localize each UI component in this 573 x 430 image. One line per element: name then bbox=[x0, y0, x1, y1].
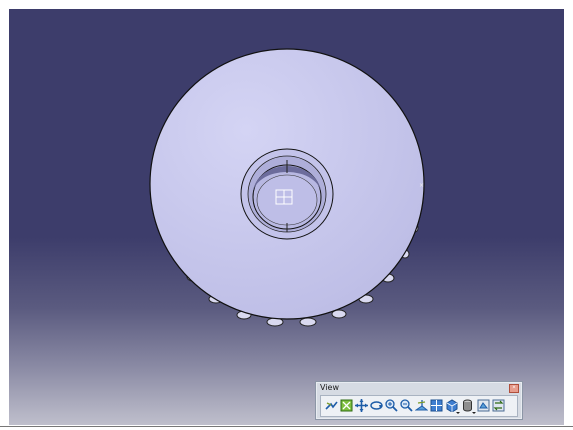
zoom-out-icon[interactable] bbox=[400, 399, 413, 412]
fit-all-in-icon[interactable] bbox=[340, 399, 353, 412]
toolbar-title: View bbox=[320, 383, 339, 392]
hide-show-icon[interactable] bbox=[477, 399, 490, 412]
status-divider bbox=[0, 426, 573, 427]
toolbar-close-button[interactable]: × bbox=[509, 384, 519, 393]
edge-marker: × bbox=[419, 182, 424, 189]
pan-icon[interactable] bbox=[355, 399, 368, 412]
rotate-icon[interactable] bbox=[370, 399, 383, 412]
shading-icon[interactable] bbox=[461, 399, 474, 412]
normal-view-icon[interactable] bbox=[415, 399, 428, 412]
multi-view-icon[interactable] bbox=[430, 399, 443, 412]
fly-mode-icon[interactable] bbox=[325, 399, 338, 412]
toolbar-tray bbox=[320, 395, 518, 417]
view-toolbar[interactable]: View × bbox=[315, 381, 523, 420]
iso-view-icon[interactable] bbox=[445, 399, 458, 412]
3d-viewport[interactable]: × View × bbox=[9, 9, 564, 425]
swap-visible-space-icon[interactable] bbox=[492, 399, 505, 412]
zoom-in-icon[interactable] bbox=[385, 399, 398, 412]
part-geometry[interactable]: × bbox=[9, 9, 564, 425]
